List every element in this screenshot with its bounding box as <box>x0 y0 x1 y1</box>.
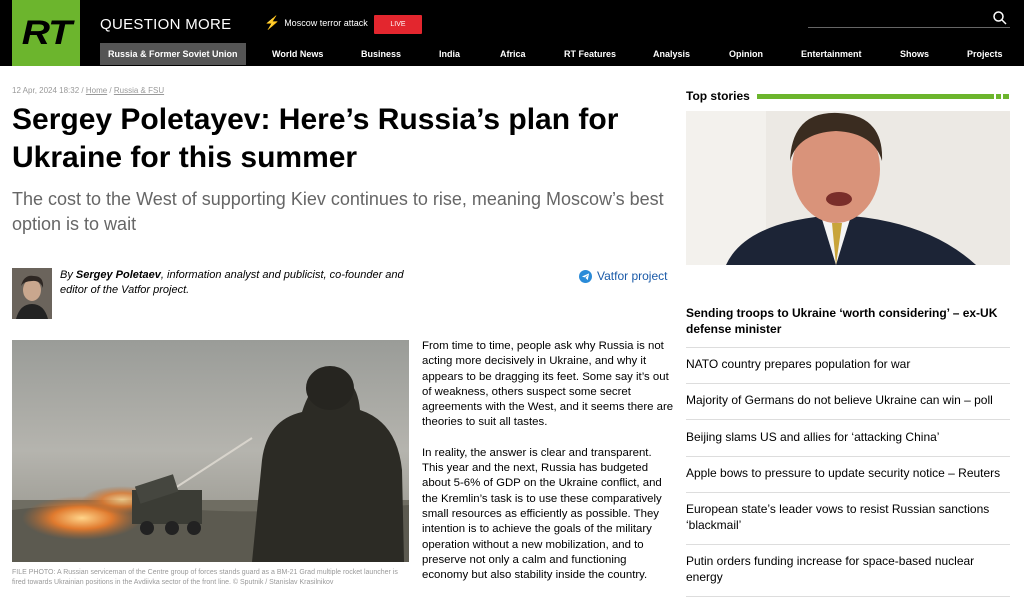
story-divider <box>686 456 1010 457</box>
lead-story-link[interactable]: Sending troops to Ukraine ‘worth conside… <box>686 305 1008 337</box>
trending-link[interactable]: ⚡ Moscow terror attack <box>264 15 368 30</box>
heading-decoration <box>757 94 994 99</box>
vatfor-project-link[interactable]: Vatfor project <box>579 269 667 283</box>
article-meta: 12 Apr, 2024 18:32 / Home / Russia & FSU <box>12 86 165 95</box>
trending-label: Moscow terror attack <box>284 18 368 28</box>
author-avatar[interactable] <box>12 268 52 319</box>
story-link[interactable]: Putin orders funding increase for space-… <box>686 554 1010 585</box>
article-title: Sergey Poletayev: Here’s Russia’s plan f… <box>12 103 619 174</box>
project-label: Vatfor project <box>597 269 668 283</box>
nav-business[interactable]: Business <box>361 43 401 65</box>
nav-entertainment[interactable]: Entertainment <box>801 43 862 65</box>
rt-logo[interactable]: RT <box>12 0 80 66</box>
search-input[interactable] <box>808 10 1010 28</box>
byline-prefix: By <box>60 269 76 281</box>
story-divider <box>686 383 1010 384</box>
story-link[interactable]: NATO country prepares population for war <box>686 357 1010 373</box>
article-body: From time to time, people ask why Russia… <box>422 339 674 598</box>
story-link[interactable]: European state’s leader vows to resist R… <box>686 502 1010 533</box>
story-divider <box>686 347 1010 348</box>
heading-decoration <box>996 94 1001 99</box>
story-link[interactable]: Apple bows to pressure to update securit… <box>686 466 1010 482</box>
publish-date: 12 Apr, 2024 18:32 <box>12 86 80 95</box>
top-story-photo[interactable] <box>686 111 1010 265</box>
breadcrumb-section[interactable]: Russia & FSU <box>114 86 164 95</box>
main-nav: Russia & Former Soviet Union World News … <box>100 43 1012 65</box>
nav-rt-features[interactable]: RT Features <box>564 43 616 65</box>
story-divider <box>686 492 1010 493</box>
breadcrumb-home[interactable]: Home <box>86 86 107 95</box>
article-subtitle: The cost to the West of supporting Kiev … <box>12 189 664 234</box>
author-byline: By Sergey Poletaev, information analyst … <box>60 268 430 298</box>
nav-opinion[interactable]: Opinion <box>729 43 763 65</box>
heading-decoration <box>1003 94 1009 99</box>
paragraph: In reality, the answer is clear and tran… <box>422 446 662 582</box>
paragraph: From time to time, people ask why Russia… <box>422 340 674 429</box>
brand-slogan: QUESTION MORE <box>100 16 232 33</box>
nav-africa[interactable]: Africa <box>500 43 526 65</box>
article-photo[interactable] <box>12 340 409 562</box>
story-divider <box>686 419 1010 420</box>
story-link[interactable]: Beijing slams US and allies for ‘attacki… <box>686 430 1010 446</box>
story-divider <box>686 596 1010 597</box>
lightning-icon: ⚡ <box>264 15 281 30</box>
site-header: RT QUESTION MORE ⚡ Moscow terror attack … <box>0 0 1024 66</box>
search-icon[interactable] <box>992 10 1008 26</box>
author-name[interactable]: Sergey Poletaev <box>76 269 161 281</box>
live-button[interactable]: LIVE <box>374 15 422 34</box>
story-link[interactable]: Majority of Germans do not believe Ukrai… <box>686 393 1010 409</box>
nav-world-news[interactable]: World News <box>272 43 323 65</box>
story-divider <box>686 544 1010 545</box>
nav-projects[interactable]: Projects <box>967 43 1003 65</box>
telegram-icon <box>579 269 592 283</box>
nav-india[interactable]: India <box>439 43 460 65</box>
photo-caption: FILE PHOTO: A Russian serviceman of the … <box>12 569 398 586</box>
logo-text: RT <box>21 13 71 52</box>
nav-shows[interactable]: Shows <box>900 43 929 65</box>
nav-russia-fsu[interactable]: Russia & Former Soviet Union <box>100 43 246 65</box>
nav-analysis[interactable]: Analysis <box>653 43 690 65</box>
top-stories-heading: Top stories <box>686 89 750 103</box>
